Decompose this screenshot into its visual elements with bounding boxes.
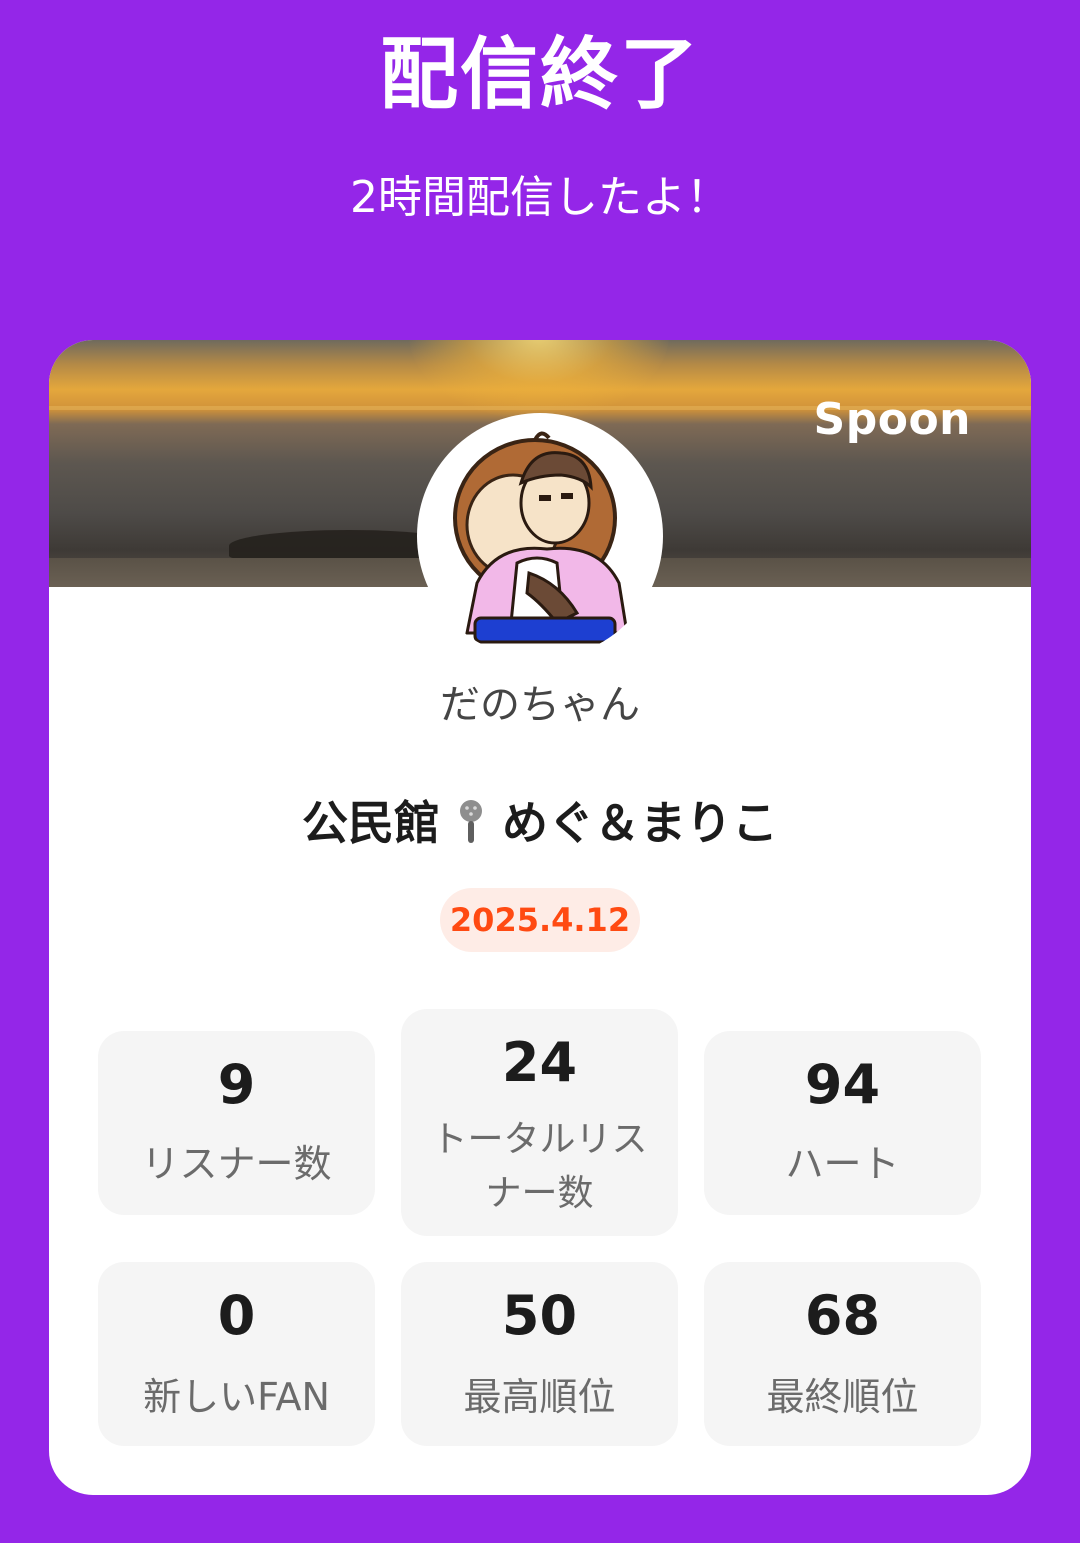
stat-value: 24 bbox=[501, 1031, 578, 1094]
microphone-icon bbox=[460, 800, 482, 843]
avatar bbox=[417, 413, 663, 659]
stat-final-rank: 68 最終順位 bbox=[704, 1262, 981, 1446]
stat-value: 0 bbox=[217, 1284, 256, 1347]
broadcast-end-screen: 配信終了 2時間配信したよ！ Spoon だのちゃん 公民館 めぐ＆まりこ 20… bbox=[0, 0, 1080, 1543]
broadcast-summary-card: Spoon だのちゃん 公民館 めぐ＆まりこ 2025.4.12 9 リスナー数… bbox=[49, 340, 1031, 1495]
date-badge: 2025.4.12 bbox=[440, 888, 640, 952]
stat-label: 最高順位 bbox=[463, 1375, 616, 1419]
page-title: 配信終了 bbox=[379, 30, 700, 120]
stat-label: リスナー数 bbox=[141, 1142, 332, 1186]
stat-value: 94 bbox=[804, 1053, 881, 1116]
avatar-illustration bbox=[453, 431, 629, 644]
stat-hearts: 94 ハート bbox=[704, 1031, 981, 1215]
broadcast-title-left: 公民館 bbox=[301, 796, 440, 850]
stat-label: ハート bbox=[785, 1142, 900, 1186]
stat-listeners: 9 リスナー数 bbox=[98, 1031, 375, 1215]
stat-total-listeners: 24 トータルリスナー数 bbox=[401, 1009, 678, 1236]
stat-label: 新しいFAN bbox=[143, 1375, 330, 1419]
broadcast-title-right: めぐ＆まりこ bbox=[502, 796, 779, 850]
stat-value: 68 bbox=[804, 1284, 881, 1347]
stat-value: 50 bbox=[501, 1284, 578, 1347]
spoon-logo: Spoon bbox=[813, 394, 971, 445]
stat-highest-rank: 50 最高順位 bbox=[401, 1262, 678, 1446]
stat-new-fans: 0 新しいFAN bbox=[98, 1262, 375, 1446]
stat-label: 最終順位 bbox=[766, 1375, 919, 1419]
broadcaster-name: だのちゃん bbox=[440, 682, 640, 728]
stat-value: 9 bbox=[217, 1053, 256, 1116]
stat-label: トータルリスナー数 bbox=[431, 1119, 648, 1214]
page-subtitle: 2時間配信したよ！ bbox=[350, 172, 730, 223]
broadcast-title: 公民館 めぐ＆まりこ bbox=[49, 795, 1031, 851]
